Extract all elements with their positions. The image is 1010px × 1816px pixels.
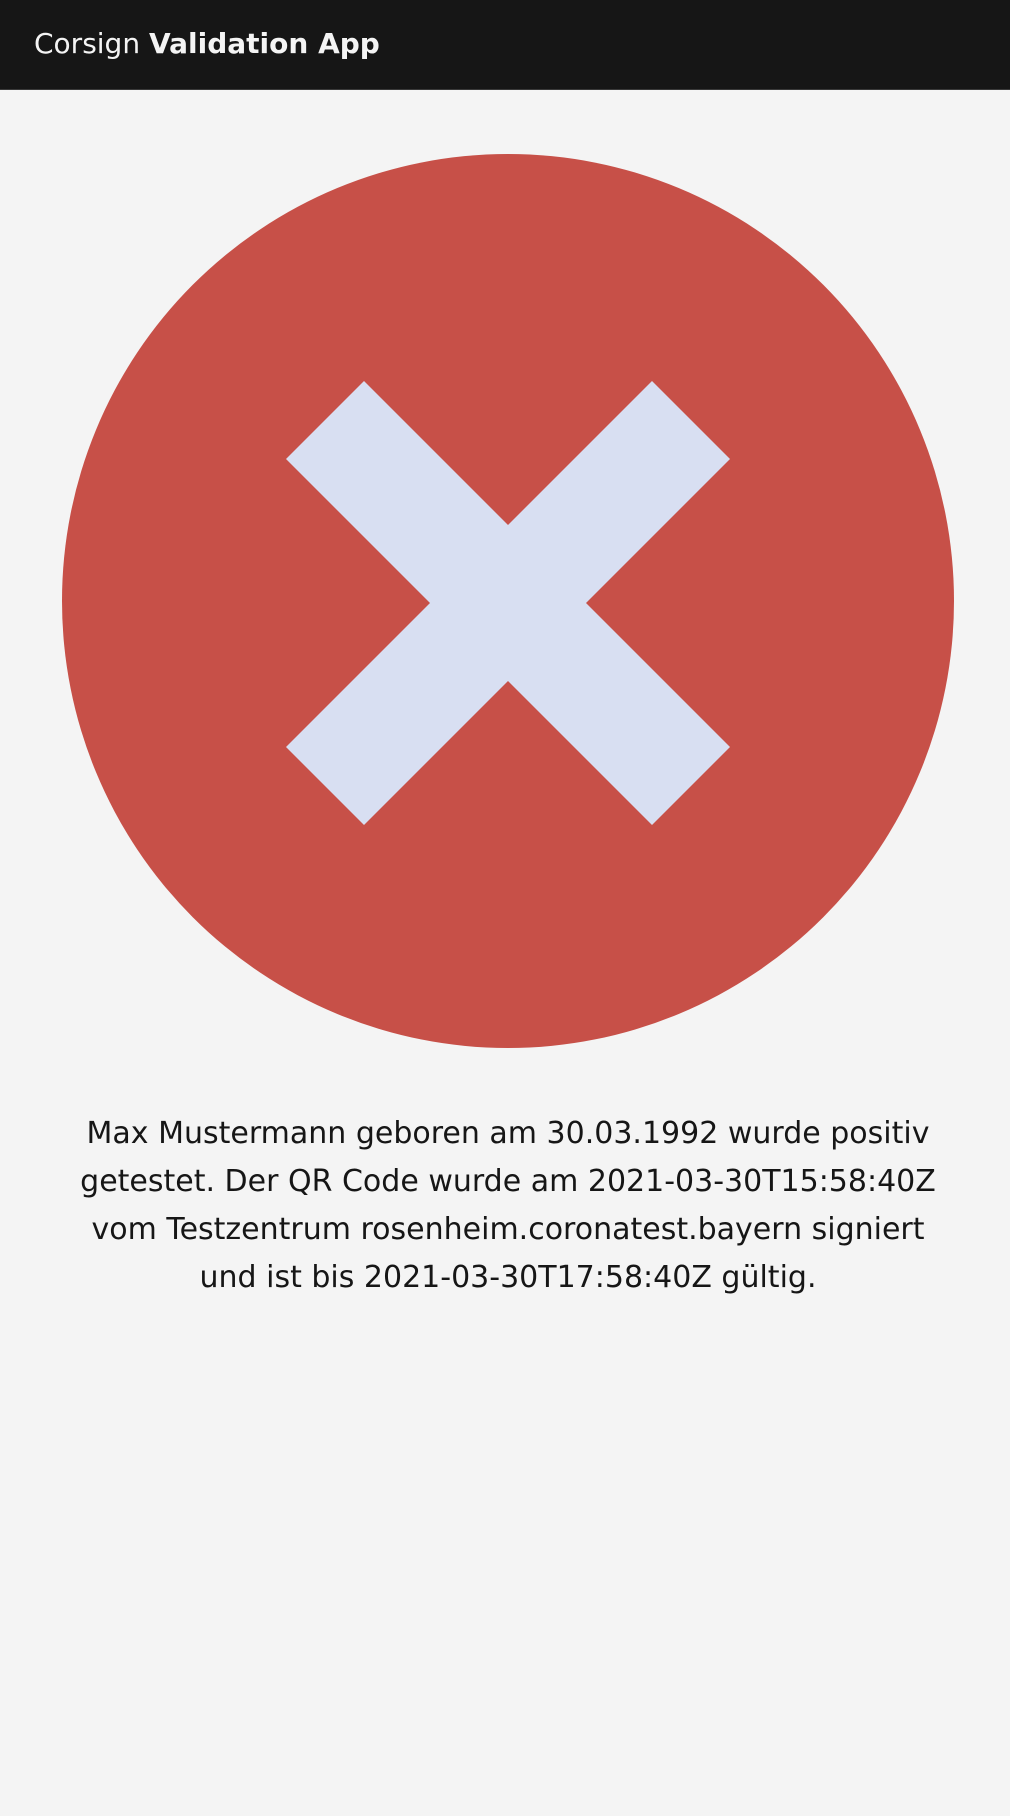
app-header: Corsign Validation App <box>0 0 1010 90</box>
brand-prefix: Corsign <box>34 27 141 60</box>
invalid-result-icon <box>62 154 954 1048</box>
app-title[interactable]: Corsign Validation App <box>34 0 380 90</box>
result-message: Max Mustermann geboren am 30.03.1992 wur… <box>80 1116 936 1295</box>
brand-name: Validation App <box>149 27 380 60</box>
